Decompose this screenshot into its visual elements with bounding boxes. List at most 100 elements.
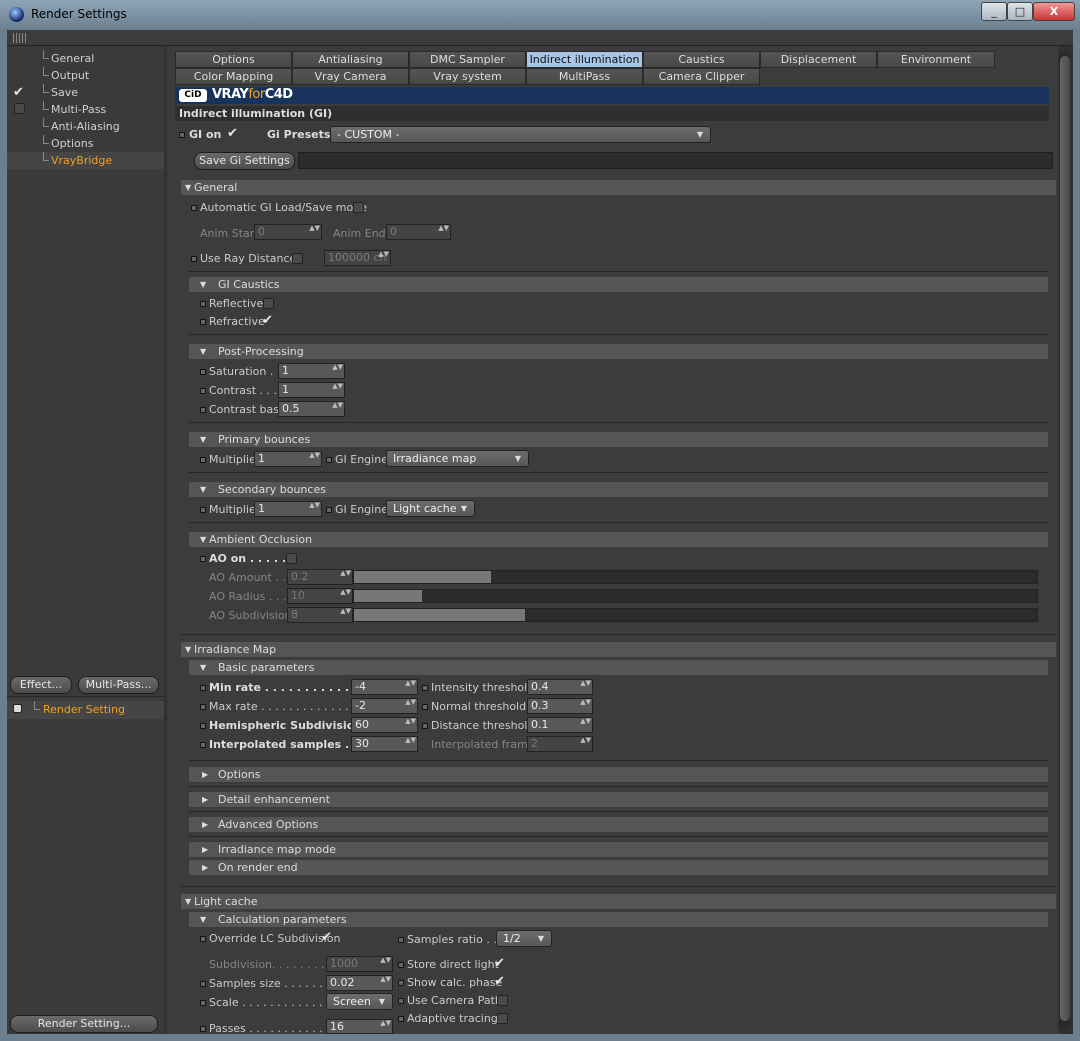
- primary-multiplier-field[interactable]: 1 ▲▼: [254, 451, 322, 467]
- collapse-icon[interactable]: ▼: [200, 277, 206, 292]
- hemispheric-field[interactable]: 60 ▲▼: [351, 717, 418, 733]
- gi-presets-dropdown[interactable]: - CUSTOM - ▼: [330, 126, 711, 143]
- collapse-icon[interactable]: ▼: [185, 642, 191, 657]
- keyframe-dot[interactable]: [200, 1000, 206, 1006]
- keyframe-dot[interactable]: [200, 319, 206, 325]
- ao-subdivision-field[interactable]: 8 ▲▼: [287, 607, 353, 623]
- tree-item-options[interactable]: Options: [7, 135, 164, 152]
- spinner-icon[interactable]: ▲▼: [580, 718, 591, 725]
- keyframe-dot[interactable]: [398, 937, 404, 943]
- keyframe-dot[interactable]: [200, 369, 206, 375]
- samples-ratio-dropdown[interactable]: 1/2 ▼: [496, 930, 552, 947]
- tree-item-general[interactable]: General: [7, 50, 164, 67]
- title-bar[interactable]: Render Settings _ □ X: [0, 0, 1080, 30]
- secondary-multiplier-field[interactable]: 1 ▲▼: [254, 501, 322, 517]
- render-setting-radio-icon[interactable]: [13, 704, 22, 713]
- tab-vray-camera[interactable]: Vray Camera: [292, 68, 409, 85]
- adaptive-tracing-checkbox[interactable]: [497, 1013, 508, 1024]
- collapse-icon[interactable]: ▼: [185, 180, 191, 195]
- tab-vray-system[interactable]: Vray system: [409, 68, 526, 85]
- spinner-icon[interactable]: ▲▼: [332, 383, 343, 390]
- spinner-icon[interactable]: ▲▼: [309, 225, 320, 232]
- check-icon[interactable]: ✔: [13, 85, 24, 100]
- vertical-scrollbar[interactable]: [1059, 52, 1071, 1030]
- tab-camera-clipper[interactable]: Camera Clipper: [643, 68, 760, 85]
- save-gi-settings-button[interactable]: Save Gi Settings: [194, 152, 295, 170]
- scrollbar-thumb[interactable]: [1060, 56, 1070, 1021]
- tree-item-anti-aliasing[interactable]: Anti-Aliasing: [7, 118, 164, 135]
- collapse-icon[interactable]: ▼: [200, 660, 206, 675]
- render-setting-item[interactable]: Render Setting: [7, 701, 164, 719]
- tab-dmc-sampler[interactable]: DMC Sampler: [409, 51, 526, 68]
- interp-samples-field[interactable]: 30 ▲▼: [351, 736, 418, 752]
- tab-caustics[interactable]: Caustics: [643, 51, 760, 68]
- section-detail-enhancement-header[interactable]: ▶ Detail enhancement: [189, 792, 1048, 807]
- keyframe-dot[interactable]: [200, 507, 206, 513]
- spinner-icon[interactable]: ▲▼: [580, 680, 591, 687]
- tab-environment[interactable]: Environment: [877, 51, 995, 68]
- expand-icon[interactable]: ▶: [202, 860, 208, 875]
- effect-button[interactable]: Effect...: [10, 676, 72, 694]
- keyframe-dot[interactable]: [422, 704, 428, 710]
- collapse-icon[interactable]: ▼: [200, 344, 206, 359]
- expand-icon[interactable]: ▶: [202, 767, 208, 782]
- ao-radius-slider[interactable]: [353, 589, 1038, 603]
- subdivision-field[interactable]: 1000 ▲▼: [326, 956, 393, 972]
- scale-dropdown[interactable]: Screen ▼: [326, 993, 393, 1010]
- section-advanced-options-header[interactable]: ▶ Advanced Options: [189, 817, 1048, 832]
- normal-field[interactable]: 0.3 ▲▼: [527, 698, 593, 714]
- section-basic-parameters-header[interactable]: ▼ Basic parameters: [189, 660, 1048, 675]
- spinner-icon[interactable]: ▲▼: [378, 251, 389, 258]
- contrast-base-field[interactable]: 0.5 ▲▼: [278, 401, 345, 417]
- tab-multipass[interactable]: MultiPass: [526, 68, 643, 85]
- distance-field[interactable]: 0.1 ▲▼: [527, 717, 593, 733]
- maximize-button[interactable]: □: [1007, 2, 1033, 21]
- spinner-icon[interactable]: ▲▼: [438, 225, 449, 232]
- show-calc-checkbox[interactable]: ✔: [494, 974, 505, 989]
- section-ambient-occlusion-header[interactable]: ▼ Ambient Occlusion: [189, 532, 1048, 547]
- render-setting-button[interactable]: Render Setting...: [10, 1015, 158, 1033]
- spinner-icon[interactable]: ▲▼: [309, 452, 320, 459]
- spinner-icon[interactable]: ▲▼: [332, 364, 343, 371]
- ao-on-checkbox[interactable]: [286, 553, 297, 564]
- collapse-icon[interactable]: ▼: [200, 432, 206, 447]
- keyframe-dot[interactable]: [200, 723, 206, 729]
- spinner-icon[interactable]: ▲▼: [580, 737, 591, 744]
- tree-item-multipass[interactable]: Multi-Pass: [7, 101, 164, 118]
- spinner-icon[interactable]: ▲▼: [340, 570, 351, 577]
- tree-item-output[interactable]: Output: [7, 67, 164, 84]
- collapse-icon[interactable]: ▼: [200, 482, 206, 497]
- section-primary-bounces-header[interactable]: ▼ Primary bounces: [189, 432, 1048, 447]
- tree-item-save[interactable]: ✔ Save: [7, 84, 164, 101]
- interp-frames-field[interactable]: 2 ▲▼: [527, 736, 593, 752]
- spinner-icon[interactable]: ▲▼: [340, 608, 351, 615]
- spinner-icon[interactable]: ▲▼: [405, 737, 416, 744]
- store-direct-checkbox[interactable]: ✔: [494, 956, 505, 971]
- spinner-icon[interactable]: ▲▼: [380, 976, 391, 983]
- keyframe-dot[interactable]: [200, 685, 206, 691]
- keyframe-dot[interactable]: [200, 556, 206, 562]
- close-button[interactable]: X: [1033, 2, 1075, 21]
- keyframe-dot[interactable]: [200, 704, 206, 710]
- ao-amount-slider[interactable]: [353, 570, 1038, 584]
- secondary-engine-dropdown[interactable]: Light cache ▼: [386, 500, 475, 517]
- keyframe-dot[interactable]: [398, 962, 404, 968]
- tab-color-mapping[interactable]: Color Mapping: [175, 68, 292, 85]
- ray-distance-field[interactable]: 100000 cn ▲▼: [324, 250, 391, 266]
- multipass-button[interactable]: Multi-Pass...: [78, 676, 159, 694]
- section-light-cache-header[interactable]: ▼ Light cache: [181, 894, 1056, 909]
- spinner-icon[interactable]: ▲▼: [405, 680, 416, 687]
- keyframe-dot[interactable]: [422, 723, 428, 729]
- tab-options[interactable]: Options: [175, 51, 292, 68]
- max-rate-field[interactable]: -2 ▲▼: [351, 698, 418, 714]
- collapse-icon[interactable]: ▼: [200, 912, 206, 927]
- ao-subdivision-slider[interactable]: [353, 608, 1038, 622]
- keyframe-dot[interactable]: [326, 507, 332, 513]
- keyframe-dot[interactable]: [200, 1026, 206, 1032]
- reflective-checkbox[interactable]: [263, 298, 274, 309]
- keyframe-dot[interactable]: [179, 132, 185, 138]
- tab-antialiasing[interactable]: Antialiasing: [292, 51, 409, 68]
- passes-field[interactable]: 16 ▲▼: [326, 1019, 393, 1034]
- keyframe-dot[interactable]: [398, 1016, 404, 1022]
- keyframe-dot[interactable]: [422, 685, 428, 691]
